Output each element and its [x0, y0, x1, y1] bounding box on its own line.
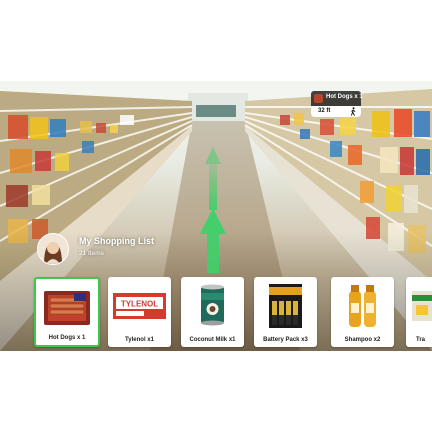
shopping-list-title: My Shopping List: [79, 236, 154, 246]
shopping-list-count: 21 Items: [79, 250, 104, 257]
distance-label: 32 ft: [318, 108, 331, 114]
list-item-coconut-milk[interactable]: Coconut Milk x1: [181, 277, 244, 347]
list-item-label: Hot Dogs x 1: [48, 335, 86, 341]
svg-text:TYLENOL: TYLENOL: [121, 300, 158, 309]
list-item-shampoo[interactable]: Shampoo x2: [331, 277, 394, 347]
navigation-card[interactable]: Hot Dogs x 1 32 ft: [311, 91, 363, 117]
list-item-partial[interactable]: Tra: [406, 277, 432, 347]
navigation-target-label: Hot Dogs x 1: [326, 94, 363, 100]
list-item-label: Tra: [416, 337, 426, 343]
list-item-tylenol[interactable]: TYLENOL Tylenol x1: [108, 277, 171, 347]
walking-person-icon: [350, 107, 356, 116]
tylenol-icon: TYLENOL: [113, 293, 166, 319]
list-item-label: Battery Pack x3: [263, 337, 308, 343]
list-item-label: Shampoo x2: [344, 337, 381, 343]
hot-dogs-icon: [44, 291, 90, 325]
shampoo-icon: [349, 285, 376, 327]
product-icon: [412, 291, 432, 321]
list-item-hot-dogs[interactable]: Hot Dogs x 1: [34, 277, 100, 347]
battery-pack-icon: [269, 284, 302, 328]
hot-dogs-thumbnail: [314, 94, 323, 103]
avatar[interactable]: [37, 233, 69, 265]
coconut-milk-icon: [201, 284, 224, 326]
list-item-battery-pack[interactable]: Battery Pack x3: [254, 277, 317, 347]
distance-row: 32 ft: [311, 106, 361, 117]
list-item-label: Coconut Milk x1: [189, 337, 236, 343]
list-item-label: Tylenol x1: [125, 337, 154, 343]
